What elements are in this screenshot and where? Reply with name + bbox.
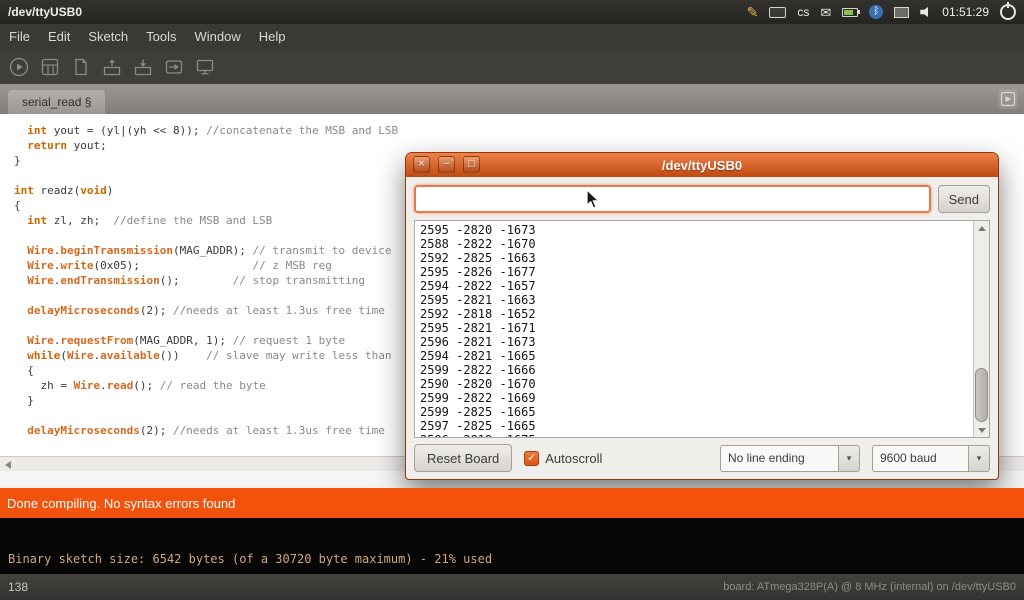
serial-line: 2599 -2822 -1669 bbox=[420, 391, 969, 405]
chevron-down-icon[interactable]: ▾ bbox=[968, 445, 990, 472]
serial-line: 2588 -2822 -1670 bbox=[420, 237, 969, 251]
save-sketch-button[interactable] bbox=[130, 54, 156, 80]
serial-monitor-button[interactable] bbox=[192, 54, 218, 80]
notes-icon[interactable]: ✎ bbox=[747, 5, 759, 19]
line-ending-value: No line ending bbox=[720, 445, 838, 472]
top-panel: /dev/ttyUSB0 ✎ cs ✉ ᛒ 01:51:29 bbox=[0, 0, 1024, 24]
serial-line: 2596 -2819 -1675 bbox=[420, 433, 969, 437]
console-message: Binary sketch size: 6542 bytes (of a 307… bbox=[8, 552, 492, 566]
menu-item-tools[interactable]: Tools bbox=[137, 24, 185, 50]
mail-icon[interactable]: ✉ bbox=[820, 6, 831, 19]
autoscroll-checkbox[interactable]: ✓ Autoscroll bbox=[524, 451, 602, 466]
serial-line: 2599 -2822 -1666 bbox=[420, 363, 969, 377]
serial-output-area[interactable]: 2595 -2820 -16732588 -2822 -16702592 -28… bbox=[414, 220, 990, 438]
serial-line: 2590 -2820 -1670 bbox=[420, 377, 969, 391]
menu-item-sketch[interactable]: Sketch bbox=[79, 24, 137, 50]
maximize-icon: □ bbox=[468, 158, 475, 170]
window-maximize-button[interactable]: □ bbox=[463, 156, 480, 173]
compile-status-message: Done compiling. No syntax errors found bbox=[7, 496, 235, 511]
new-sketch-button[interactable] bbox=[68, 54, 94, 80]
minimize-icon: − bbox=[443, 158, 449, 170]
line-ending-select[interactable]: No line ending ▾ bbox=[720, 445, 860, 472]
bluetooth-icon[interactable]: ᛒ bbox=[869, 5, 883, 19]
serial-controls-row: Reset Board ✓ Autoscroll No line ending … bbox=[414, 444, 990, 472]
serial-line: 2595 -2821 -1671 bbox=[420, 321, 969, 335]
mouse-cursor bbox=[586, 189, 602, 216]
serial-line: 2594 -2821 -1665 bbox=[420, 349, 969, 363]
serial-window-titlebar[interactable]: × − □ /dev/ttyUSB0 bbox=[406, 153, 998, 177]
stop-button[interactable] bbox=[37, 54, 63, 80]
menu-item-window[interactable]: Window bbox=[185, 24, 249, 50]
send-button[interactable]: Send bbox=[938, 185, 990, 213]
baud-rate-select[interactable]: 9600 baud ▾ bbox=[872, 445, 990, 472]
volume-icon[interactable] bbox=[920, 7, 931, 18]
network-icon[interactable] bbox=[894, 7, 909, 18]
serial-line: 2592 -2818 -1652 bbox=[420, 307, 969, 321]
keyboard-icon[interactable] bbox=[769, 7, 786, 18]
serial-line: 2599 -2825 -1665 bbox=[420, 405, 969, 419]
scroll-left-arrow[interactable] bbox=[5, 461, 11, 469]
serial-line: 2594 -2822 -1657 bbox=[420, 279, 969, 293]
menu-item-edit[interactable]: Edit bbox=[39, 24, 79, 50]
status-footer: 138 board: ATmega328P(A) @ 8 MHz (intern… bbox=[0, 574, 1024, 600]
line-number-indicator: 138 bbox=[0, 580, 28, 594]
tab-label: serial_read § bbox=[22, 95, 91, 109]
board-info: board: ATmega328P(A) @ 8 MHz (internal) … bbox=[723, 581, 1024, 593]
menubar: FileEditSketchToolsWindowHelp bbox=[0, 24, 1024, 50]
window-close-button[interactable]: × bbox=[413, 156, 430, 173]
serial-monitor-window: × − □ /dev/ttyUSB0 Send 2595 -2820 -1673… bbox=[405, 152, 999, 480]
serial-line: 2595 -2821 -1663 bbox=[420, 293, 969, 307]
console-output[interactable]: Binary sketch size: 6542 bytes (of a 307… bbox=[0, 518, 1024, 574]
active-window-title: /dev/ttyUSB0 bbox=[0, 5, 82, 19]
open-sketch-button[interactable] bbox=[99, 54, 125, 80]
clock-indicator[interactable]: 01:51:29 bbox=[942, 5, 989, 19]
battery-icon[interactable] bbox=[842, 8, 858, 17]
serial-output-lines: 2595 -2820 -16732588 -2822 -16702592 -28… bbox=[415, 221, 974, 437]
serial-window-title: /dev/ttyUSB0 bbox=[662, 158, 742, 173]
serial-scrollbar[interactable] bbox=[973, 221, 989, 437]
serial-line: 2595 -2826 -1677 bbox=[420, 265, 969, 279]
scrollbar-thumb[interactable] bbox=[975, 368, 988, 422]
chevron-down-icon[interactable]: ▾ bbox=[838, 445, 860, 472]
system-tray: ✎ cs ✉ ᛒ 01:51:29 bbox=[747, 4, 1024, 20]
tab-menu-button[interactable] bbox=[998, 89, 1018, 109]
serial-send-input[interactable] bbox=[414, 185, 931, 213]
code-line: return yout; bbox=[14, 138, 1024, 153]
code-line: int yout = (yl|(yh << 8)); //concatenate… bbox=[14, 123, 1024, 138]
serial-line: 2597 -2825 -1665 bbox=[420, 419, 969, 433]
tab-bar: serial_read § bbox=[0, 84, 1024, 114]
toolbar bbox=[0, 50, 1024, 85]
serial-line: 2596 -2821 -1673 bbox=[420, 335, 969, 349]
arduino-ide-window: /dev/ttyUSB0 ✎ cs ✉ ᛒ 01:51:29 FileEditS… bbox=[0, 0, 1024, 600]
reset-board-button[interactable]: Reset Board bbox=[414, 444, 512, 472]
keyboard-layout-indicator[interactable]: cs bbox=[797, 5, 809, 19]
baud-rate-value: 9600 baud bbox=[872, 445, 968, 472]
serial-window-body: Send 2595 -2820 -16732588 -2822 -1670259… bbox=[406, 177, 998, 479]
upload-button[interactable] bbox=[161, 54, 187, 80]
checkbox-icon: ✓ bbox=[524, 451, 539, 466]
autoscroll-label: Autoscroll bbox=[545, 451, 602, 466]
scroll-up-arrow[interactable] bbox=[974, 221, 989, 235]
serial-line: 2595 -2820 -1673 bbox=[420, 223, 969, 237]
verify-button[interactable] bbox=[6, 54, 32, 80]
menu-item-file[interactable]: File bbox=[0, 24, 39, 50]
scroll-down-arrow[interactable] bbox=[974, 423, 989, 437]
menu-item-help[interactable]: Help bbox=[250, 24, 295, 50]
serial-line: 2592 -2825 -1663 bbox=[420, 251, 969, 265]
tab-serial-read[interactable]: serial_read § bbox=[8, 90, 105, 114]
power-icon[interactable] bbox=[1000, 4, 1016, 20]
compile-status-bar: Done compiling. No syntax errors found bbox=[0, 488, 1024, 518]
window-controls: × − □ bbox=[413, 156, 480, 173]
window-minimize-button[interactable]: − bbox=[438, 156, 455, 173]
menubar-items: FileEditSketchToolsWindowHelp bbox=[0, 24, 294, 50]
close-icon: × bbox=[418, 158, 424, 170]
